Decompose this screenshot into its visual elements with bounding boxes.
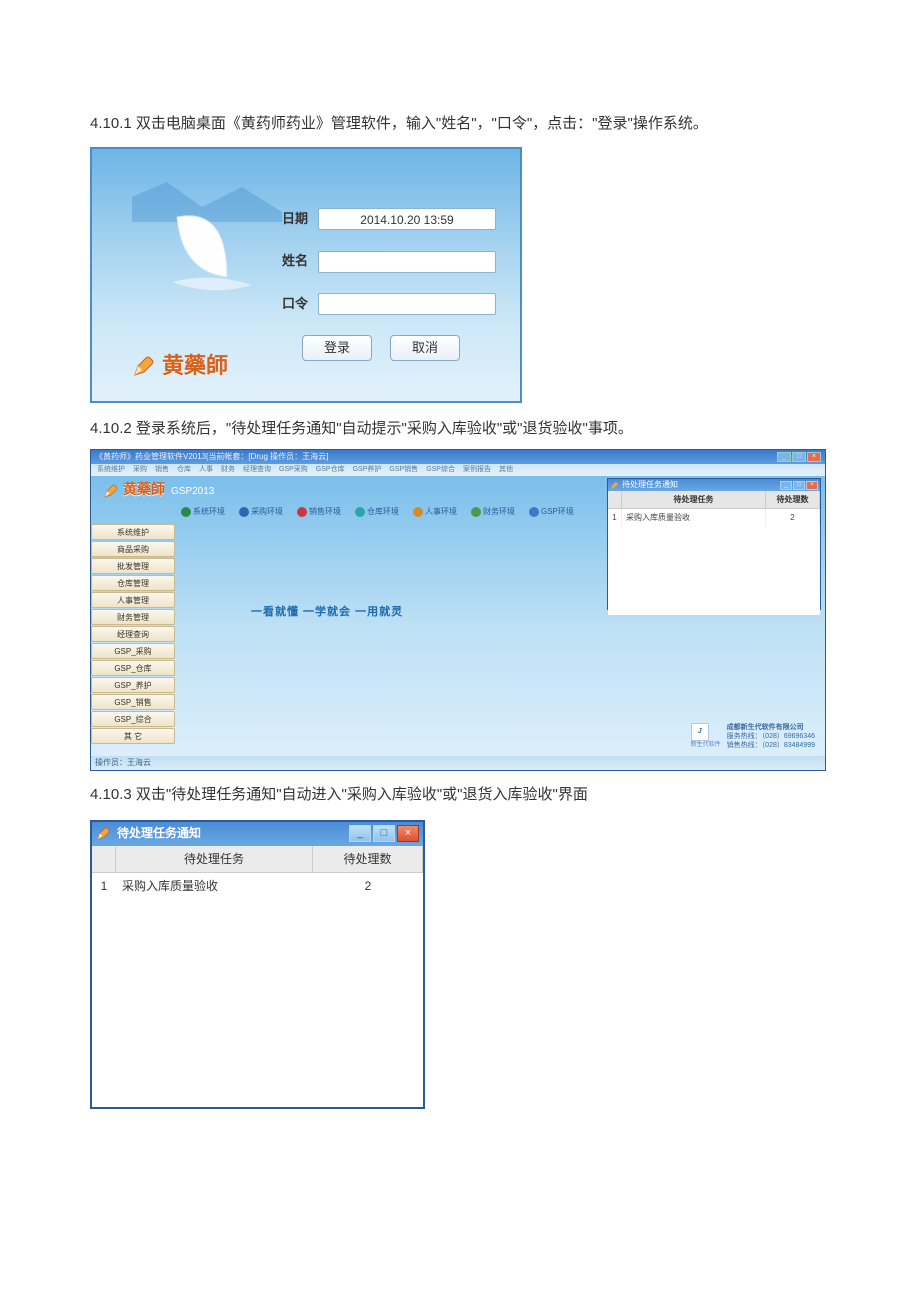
menu-item[interactable]: GSP销售 [389,463,418,476]
app-toolbar: 系统环境 采购环境 销售环境 仓库环境 人事环境 财务环境 GSP环境 [181,504,574,519]
sidebar-item[interactable]: GSP_采购 [91,643,175,659]
company-info: J 新生代软件 成都新生代软件有限公司 服务热线：（028）69696346 销… [691,723,815,750]
menu-item[interactable]: 其他 [499,463,513,476]
maximize-icon[interactable]: □ [793,481,805,490]
cancel-button[interactable]: 取消 [390,335,460,361]
sidebar-item[interactable]: 系统维护 [91,524,175,540]
company-phone-2: 销售热线：（028）83484999 [727,741,815,750]
menu-item[interactable]: 经理查询 [243,463,271,476]
sidebar-item[interactable]: 财务管理 [91,609,175,625]
close-icon[interactable]: × [807,452,821,462]
menu-item[interactable]: 销售 [155,463,169,476]
col-count: 待处理数 [313,846,423,873]
pencil-icon [132,354,156,378]
cell-task: 采购入库质量验收 [622,509,766,526]
cell-count: 2 [766,509,820,526]
table-row[interactable]: 1 采购入库质量验收 2 [608,509,820,526]
menu-item[interactable]: 人事 [199,463,213,476]
sidebar-item[interactable]: GSP_综合 [91,711,175,727]
maximize-icon[interactable]: □ [792,452,806,462]
app-brand: 黄藥師 GSP2013 [103,478,214,505]
col-index [92,846,116,873]
company-phone-1: 服务热线：（028）69696346 [727,732,815,741]
password-label: 口令 [266,292,308,317]
close-icon[interactable]: × [806,481,818,490]
close-icon[interactable]: × [397,825,419,842]
slogan-text: 一看就懂 一学就会 一用就灵 [251,602,403,623]
toolbar-item[interactable]: 仓库环境 [355,504,399,519]
menu-item[interactable]: GSP养护 [353,463,382,476]
app-main-window: 《黄药师》药业管理软件V2013[当前帐套：[Drug 操作员：王海云] _ □… [90,449,826,771]
task-notice-window-large: 待处理任务通知 _ □ × 待处理任务 待处理数 1 采购入库质量验收 2 [90,820,425,1109]
pencil-icon [610,481,619,490]
col-task: 待处理任务 [622,491,766,508]
menu-item[interactable]: 案例报告 [463,463,491,476]
menu-item[interactable]: 财务 [221,463,235,476]
login-window: 黄藥師 日期 2014.10.20 13:59 姓名 口令 登录 取消 [90,147,522,403]
brand-text: 黄藥師 [162,345,228,387]
sidebar-item[interactable]: 仓库管理 [91,575,175,591]
maximize-icon[interactable]: □ [373,825,395,842]
login-form: 日期 2014.10.20 13:59 姓名 口令 登录 取消 [266,207,496,361]
menu-item[interactable]: GSP采购 [279,463,308,476]
brand-block: 黄藥師 [132,345,228,387]
app-title: 《黄药师》药业管理软件V2013[当前帐套：[Drug 操作员：王海云] [95,449,328,464]
col-task: 待处理任务 [116,846,313,873]
menu-item[interactable]: GSP仓库 [316,463,345,476]
minimize-icon[interactable]: _ [777,452,791,462]
date-label: 日期 [266,207,308,232]
pencil-icon [96,826,111,841]
app-sidebar: 系统维护 商品采购 批发管理 仓库管理 人事管理 财务管理 经理查询 GSP_采… [91,524,175,745]
table-row[interactable]: 1 采购入库质量验收 2 [92,873,423,900]
doc-paragraph-3: 4.10.3 双击"待处理任务通知"自动进入"采购入库验收"或"退货入库验收"界… [90,781,830,810]
doc-paragraph-2: 4.10.2 登录系统后，"待处理任务通知"自动提示"采购入库验收"或"退货验收… [90,415,830,444]
sidebar-item[interactable]: 经理查询 [91,626,175,642]
app-brand-text: 黄藥師 [123,478,165,505]
cell-count: 2 [313,873,423,900]
name-input[interactable] [318,251,496,273]
company-name: 成都新生代软件有限公司 [727,723,815,732]
toolbar-item[interactable]: 采购环境 [239,504,283,519]
minimize-icon[interactable]: _ [780,481,792,490]
pencil-icon [103,483,119,499]
sidebar-item[interactable]: 人事管理 [91,592,175,608]
sidebar-item[interactable]: GSP_仓库 [91,660,175,676]
toolbar-item[interactable]: GSP环境 [529,504,574,519]
col-index [608,491,622,508]
date-field: 2014.10.20 13:59 [318,208,496,230]
status-bar: 操作员：王海云 [91,756,825,770]
task-notice-window-small: 待处理任务通知 _ □ × 待处理任务 待处理数 1 采购入库质量验收 2 [607,478,821,610]
company-logo-icon: J [691,723,709,741]
notice-title: 待处理任务通知 [117,822,201,845]
doc-paragraph-1: 4.10.1 双击电脑桌面《黄药师药业》管理软件，输入"姓名"，"口令"，点击：… [90,110,830,139]
menu-item[interactable]: 仓库 [177,463,191,476]
menu-item[interactable]: GSP综合 [426,463,455,476]
app-titlebar: 《黄药师》药业管理软件V2013[当前帐套：[Drug 操作员：王海云] _ □… [91,450,825,464]
sidebar-item[interactable]: 批发管理 [91,558,175,574]
menu-item[interactable]: 系统维护 [97,463,125,476]
menu-item[interactable]: 采购 [133,463,147,476]
sidebar-item[interactable]: GSP_养护 [91,677,175,693]
cell-task: 采购入库质量验收 [116,873,313,900]
sidebar-item[interactable]: 其 它 [91,728,175,744]
password-input[interactable] [318,293,496,315]
app-brand-suffix: GSP2013 [171,482,214,501]
toolbar-item[interactable]: 财务环境 [471,504,515,519]
company-logo-label: 新生代软件 [691,742,721,750]
sidebar-item[interactable]: 商品采购 [91,541,175,557]
cell-index: 1 [608,509,622,526]
app-menubar: 系统维护 采购 销售 仓库 人事 财务 经理查询 GSP采购 GSP仓库 GSP… [91,464,825,476]
cell-index: 1 [92,873,116,900]
toolbar-item[interactable]: 人事环境 [413,504,457,519]
login-button[interactable]: 登录 [302,335,372,361]
sidebar-item[interactable]: GSP_销售 [91,694,175,710]
name-label: 姓名 [266,249,308,274]
col-count: 待处理数 [766,491,820,508]
toolbar-item[interactable]: 系统环境 [181,504,225,519]
toolbar-item[interactable]: 销售环境 [297,504,341,519]
minimize-icon[interactable]: _ [349,825,371,842]
